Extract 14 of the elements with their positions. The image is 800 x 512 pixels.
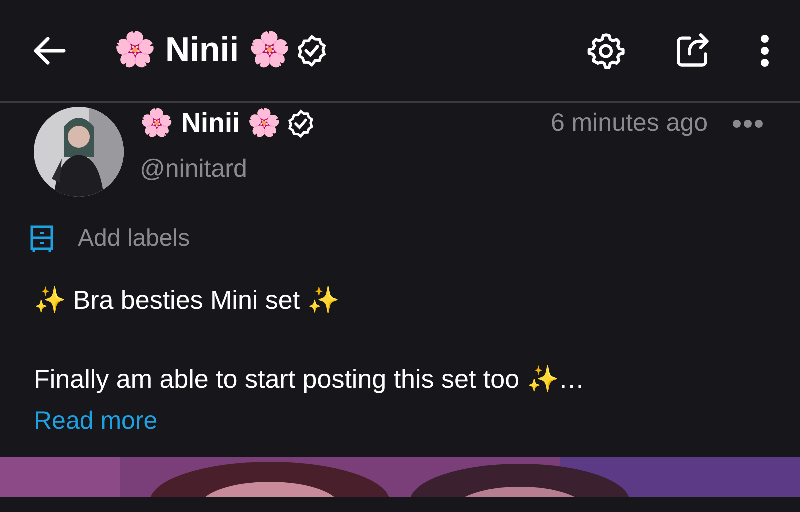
- page-title: 🌸 Ninii 🌸: [114, 30, 291, 71]
- share-button[interactable]: [674, 32, 712, 70]
- read-more-link[interactable]: Read more: [34, 403, 158, 440]
- author-handle[interactable]: @ninitard: [140, 150, 768, 188]
- add-labels-button[interactable]: Add labels: [78, 221, 190, 257]
- post-time: 6 minutes ago: [550, 108, 708, 139]
- settings-button[interactable]: [586, 30, 626, 70]
- more-menu-button[interactable]: [760, 34, 770, 68]
- post-options-button[interactable]: [732, 118, 764, 129]
- back-button[interactable]: [32, 36, 66, 66]
- drawer-icon: [30, 225, 54, 253]
- author-name[interactable]: 🌸 Ninii 🌸: [140, 108, 282, 139]
- post-text: ✨ Bra besties Mini set ✨: [34, 284, 340, 317]
- post-text: Finally am able to start posting this set too ✨…: [34, 363, 586, 396]
